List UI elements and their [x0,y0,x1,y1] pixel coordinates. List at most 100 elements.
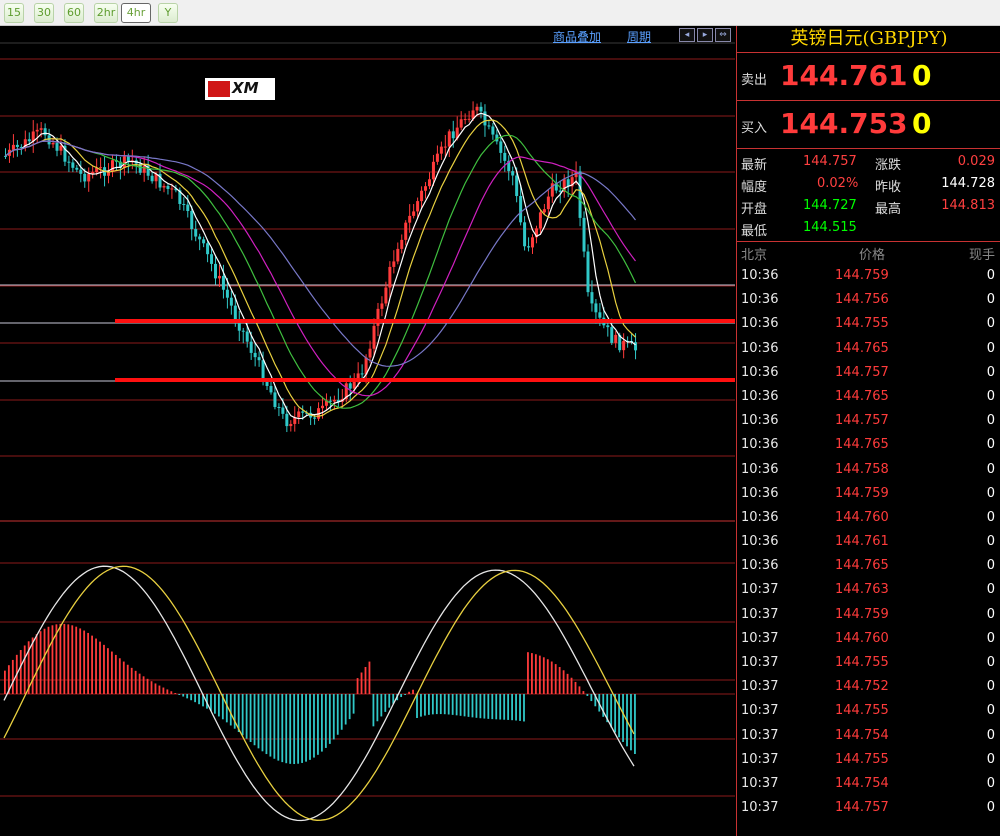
tick-volume: 0 [986,461,995,477]
candle-body [126,156,130,162]
macd-bar [170,691,173,694]
chart-area[interactable]: 商品叠加 周期 ◂ ▸ ⇔ XM [0,26,735,836]
tick-price: 144.755 [835,703,889,719]
candle-body [356,373,360,379]
candle-body [43,128,47,136]
tick-volume: 0 [986,727,995,743]
candle-body [586,251,590,293]
macd-bar [491,694,494,720]
candle-body [198,236,202,240]
macd-bar [420,694,422,717]
candle-body [542,209,546,213]
candle-body [566,179,570,187]
candle-body [202,239,206,244]
macd-bar [582,691,585,694]
tick-volume: 0 [986,268,995,283]
candle-body [443,146,447,148]
high-label: 最高 [875,202,902,217]
candle-body [206,243,210,255]
candle-body [166,185,170,189]
candle-body [122,156,126,168]
candle-body [11,144,15,150]
buy-quote[interactable]: 买入 144.753 0 [737,101,1000,149]
macd-bar [431,694,434,715]
tick-row: 10:37 144.755 0 [737,699,1000,723]
tick-time: 10:36 [741,413,779,429]
tick-time: 10:36 [741,558,779,574]
macd-bar [317,694,319,755]
candle-body [194,229,198,237]
candle-body [269,385,273,393]
macd-bar [269,694,272,757]
macd-bar [277,694,280,761]
timeframe-60-button[interactable]: 60 [64,3,84,23]
macd-bar [344,694,347,725]
candle-body [578,171,582,218]
timeframe-toolbar: 15 30 60 2hr 4hr Y [0,0,1000,26]
period-link[interactable]: 周期 [627,28,651,45]
arrow-left-icon[interactable]: ◂ [679,28,695,42]
tick-volume: 0 [986,800,995,816]
tick-row: 10:37 144.759 0 [737,603,1000,627]
sell-quote[interactable]: 卖出 144.761 0 [737,53,1000,101]
macd-bar [305,694,307,762]
timeframe-4hr-button[interactable]: 4hr [121,3,151,23]
candle-body [380,303,384,309]
candle-body [479,106,483,112]
tick-volume: 0 [986,630,995,646]
ma-line-slate [5,140,636,367]
candle-body [301,411,305,413]
ma-line-white [5,112,636,420]
macd-bar [439,694,442,715]
macd-bar [562,670,565,694]
tick-price: 144.757 [835,800,889,816]
tick-time: 10:37 [741,727,779,743]
macd-bar [293,694,296,765]
overlay-symbol-link[interactable]: 商品叠加 [553,28,601,45]
macd-bar [495,694,498,720]
candle-body [606,325,610,328]
timeframe-15-button[interactable]: 15 [4,3,24,23]
candle-body [376,308,380,326]
tick-row: 10:37 144.757 0 [737,796,1000,820]
macd-bar [281,694,284,763]
macd-bar [182,694,185,697]
arrow-right-icon[interactable]: ▸ [697,28,713,42]
candle-body [83,173,87,182]
timeframe-y-button[interactable]: Y [158,3,178,23]
tick-row: 10:37 144.752 0 [737,675,1000,699]
macd-bar [59,623,62,694]
tick-price: 144.754 [835,727,889,743]
macd-bar [63,623,66,694]
macd-bar [122,661,125,694]
candle-body [249,341,253,353]
candle-body [435,153,439,162]
ticks-list[interactable]: 10:36 144.759 0 10:36 144.756 0 10:36 144.755 0 1… [737,264,1000,820]
tick-time: 10:37 [741,630,779,646]
candle-body [491,126,495,135]
candlestick-chart[interactable] [0,26,735,836]
candle-body [610,327,614,343]
timeframe-2hr-button[interactable]: 2hr [94,3,118,23]
macd-bar [190,694,193,701]
candle-body [487,125,491,127]
candle-body [214,263,218,279]
buy-price: 144.753 [780,107,908,140]
macd-bar [479,694,482,719]
tick-volume: 0 [986,655,995,670]
timeframe-30-button[interactable]: 30 [34,3,54,23]
candle-body [384,287,388,304]
macd-bar [166,689,169,694]
macd-bar [578,686,581,694]
candle-body [483,111,487,126]
arrow-expand-icon[interactable]: ⇔ [715,28,731,42]
tick-time: 10:36 [741,509,779,525]
candle-body [614,334,618,343]
tick-volume: 0 [986,606,995,622]
candle-body [225,289,229,298]
macd-bar [285,694,288,764]
tick-price: 144.755 [835,655,889,670]
tick-price: 144.763 [835,582,889,598]
macd-bar [515,694,517,721]
macd-bar [114,654,117,694]
